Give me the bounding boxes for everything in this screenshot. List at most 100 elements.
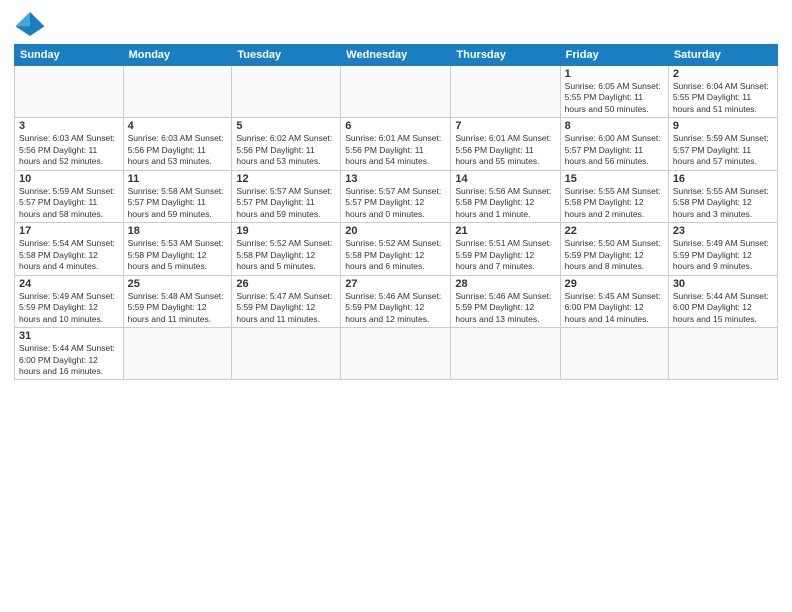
day-info: Sunrise: 6:01 AM Sunset: 5:56 PM Dayligh…: [345, 133, 446, 167]
calendar-cell: [560, 328, 668, 380]
calendar-header-saturday: Saturday: [668, 45, 777, 66]
day-number: 25: [128, 278, 228, 290]
calendar-cell: [232, 66, 341, 118]
day-info: Sunrise: 6:00 AM Sunset: 5:57 PM Dayligh…: [565, 133, 664, 167]
calendar-cell: [451, 328, 560, 380]
day-number: 30: [673, 278, 773, 290]
day-info: Sunrise: 5:45 AM Sunset: 6:00 PM Dayligh…: [565, 291, 664, 325]
calendar-cell: 23Sunrise: 5:49 AM Sunset: 5:59 PM Dayli…: [668, 223, 777, 275]
calendar-cell: 30Sunrise: 5:44 AM Sunset: 6:00 PM Dayli…: [668, 275, 777, 327]
day-info: Sunrise: 6:02 AM Sunset: 5:56 PM Dayligh…: [236, 133, 336, 167]
day-number: 26: [236, 278, 336, 290]
day-number: 1: [565, 68, 664, 80]
day-info: Sunrise: 5:55 AM Sunset: 5:58 PM Dayligh…: [673, 186, 773, 220]
calendar-cell: 2Sunrise: 6:04 AM Sunset: 5:55 PM Daylig…: [668, 66, 777, 118]
calendar-cell: 12Sunrise: 5:57 AM Sunset: 5:57 PM Dayli…: [232, 170, 341, 222]
calendar-cell: [232, 328, 341, 380]
day-info: Sunrise: 6:01 AM Sunset: 5:56 PM Dayligh…: [455, 133, 555, 167]
calendar-cell: 26Sunrise: 5:47 AM Sunset: 5:59 PM Dayli…: [232, 275, 341, 327]
calendar-cell: 25Sunrise: 5:48 AM Sunset: 5:59 PM Dayli…: [123, 275, 232, 327]
day-info: Sunrise: 5:58 AM Sunset: 5:57 PM Dayligh…: [128, 186, 228, 220]
calendar-cell: 9Sunrise: 5:59 AM Sunset: 5:57 PM Daylig…: [668, 118, 777, 170]
day-number: 29: [565, 278, 664, 290]
day-info: Sunrise: 5:46 AM Sunset: 5:59 PM Dayligh…: [455, 291, 555, 325]
day-number: 11: [128, 173, 228, 185]
calendar-cell: [123, 66, 232, 118]
calendar-week-2: 3Sunrise: 6:03 AM Sunset: 5:56 PM Daylig…: [15, 118, 778, 170]
day-number: 20: [345, 225, 446, 237]
day-number: 5: [236, 120, 336, 132]
day-info: Sunrise: 5:44 AM Sunset: 6:00 PM Dayligh…: [19, 343, 119, 377]
calendar-cell: 21Sunrise: 5:51 AM Sunset: 5:59 PM Dayli…: [451, 223, 560, 275]
calendar-week-5: 24Sunrise: 5:49 AM Sunset: 5:59 PM Dayli…: [15, 275, 778, 327]
day-number: 8: [565, 120, 664, 132]
calendar-cell: 24Sunrise: 5:49 AM Sunset: 5:59 PM Dayli…: [15, 275, 124, 327]
header: [14, 10, 778, 38]
calendar-header-monday: Monday: [123, 45, 232, 66]
calendar-cell: [341, 66, 451, 118]
day-info: Sunrise: 5:54 AM Sunset: 5:58 PM Dayligh…: [19, 238, 119, 272]
calendar-cell: 11Sunrise: 5:58 AM Sunset: 5:57 PM Dayli…: [123, 170, 232, 222]
day-number: 22: [565, 225, 664, 237]
logo: [14, 10, 50, 38]
calendar-cell: 4Sunrise: 6:03 AM Sunset: 5:56 PM Daylig…: [123, 118, 232, 170]
calendar-cell: 17Sunrise: 5:54 AM Sunset: 5:58 PM Dayli…: [15, 223, 124, 275]
day-number: 3: [19, 120, 119, 132]
calendar-week-3: 10Sunrise: 5:59 AM Sunset: 5:57 PM Dayli…: [15, 170, 778, 222]
calendar-header-friday: Friday: [560, 45, 668, 66]
day-info: Sunrise: 5:50 AM Sunset: 5:59 PM Dayligh…: [565, 238, 664, 272]
calendar-cell: 20Sunrise: 5:52 AM Sunset: 5:58 PM Dayli…: [341, 223, 451, 275]
calendar-cell: 7Sunrise: 6:01 AM Sunset: 5:56 PM Daylig…: [451, 118, 560, 170]
day-info: Sunrise: 5:49 AM Sunset: 5:59 PM Dayligh…: [19, 291, 119, 325]
calendar-cell: 22Sunrise: 5:50 AM Sunset: 5:59 PM Dayli…: [560, 223, 668, 275]
day-number: 21: [455, 225, 555, 237]
calendar-cell: [123, 328, 232, 380]
day-info: Sunrise: 6:04 AM Sunset: 5:55 PM Dayligh…: [673, 81, 773, 115]
calendar-header-sunday: Sunday: [15, 45, 124, 66]
day-info: Sunrise: 5:48 AM Sunset: 5:59 PM Dayligh…: [128, 291, 228, 325]
calendar-cell: [451, 66, 560, 118]
calendar-week-4: 17Sunrise: 5:54 AM Sunset: 5:58 PM Dayli…: [15, 223, 778, 275]
day-info: Sunrise: 5:53 AM Sunset: 5:58 PM Dayligh…: [128, 238, 228, 272]
calendar-cell: 14Sunrise: 5:56 AM Sunset: 5:58 PM Dayli…: [451, 170, 560, 222]
calendar-cell: 5Sunrise: 6:02 AM Sunset: 5:56 PM Daylig…: [232, 118, 341, 170]
calendar-week-1: 1Sunrise: 6:05 AM Sunset: 5:55 PM Daylig…: [15, 66, 778, 118]
calendar-cell: 28Sunrise: 5:46 AM Sunset: 5:59 PM Dayli…: [451, 275, 560, 327]
day-number: 16: [673, 173, 773, 185]
calendar-header-wednesday: Wednesday: [341, 45, 451, 66]
day-number: 17: [19, 225, 119, 237]
calendar-header-tuesday: Tuesday: [232, 45, 341, 66]
day-number: 2: [673, 68, 773, 80]
calendar-header-row: SundayMondayTuesdayWednesdayThursdayFrid…: [15, 45, 778, 66]
day-info: Sunrise: 6:03 AM Sunset: 5:56 PM Dayligh…: [128, 133, 228, 167]
calendar: SundayMondayTuesdayWednesdayThursdayFrid…: [14, 44, 778, 380]
calendar-cell: [15, 66, 124, 118]
calendar-cell: 16Sunrise: 5:55 AM Sunset: 5:58 PM Dayli…: [668, 170, 777, 222]
day-number: 31: [19, 330, 119, 342]
logo-icon: [14, 10, 46, 38]
day-number: 24: [19, 278, 119, 290]
day-number: 18: [128, 225, 228, 237]
page: SundayMondayTuesdayWednesdayThursdayFrid…: [0, 0, 792, 612]
day-info: Sunrise: 5:52 AM Sunset: 5:58 PM Dayligh…: [236, 238, 336, 272]
day-info: Sunrise: 6:03 AM Sunset: 5:56 PM Dayligh…: [19, 133, 119, 167]
calendar-cell: 29Sunrise: 5:45 AM Sunset: 6:00 PM Dayli…: [560, 275, 668, 327]
day-number: 10: [19, 173, 119, 185]
day-number: 28: [455, 278, 555, 290]
calendar-cell: 1Sunrise: 6:05 AM Sunset: 5:55 PM Daylig…: [560, 66, 668, 118]
calendar-cell: 6Sunrise: 6:01 AM Sunset: 5:56 PM Daylig…: [341, 118, 451, 170]
day-info: Sunrise: 5:46 AM Sunset: 5:59 PM Dayligh…: [345, 291, 446, 325]
day-number: 15: [565, 173, 664, 185]
day-number: 4: [128, 120, 228, 132]
calendar-cell: 8Sunrise: 6:00 AM Sunset: 5:57 PM Daylig…: [560, 118, 668, 170]
calendar-cell: 3Sunrise: 6:03 AM Sunset: 5:56 PM Daylig…: [15, 118, 124, 170]
day-number: 19: [236, 225, 336, 237]
day-number: 23: [673, 225, 773, 237]
day-number: 14: [455, 173, 555, 185]
calendar-cell: 27Sunrise: 5:46 AM Sunset: 5:59 PM Dayli…: [341, 275, 451, 327]
day-number: 7: [455, 120, 555, 132]
day-info: Sunrise: 5:49 AM Sunset: 5:59 PM Dayligh…: [673, 238, 773, 272]
day-info: Sunrise: 5:44 AM Sunset: 6:00 PM Dayligh…: [673, 291, 773, 325]
day-info: Sunrise: 5:55 AM Sunset: 5:58 PM Dayligh…: [565, 186, 664, 220]
day-info: Sunrise: 5:51 AM Sunset: 5:59 PM Dayligh…: [455, 238, 555, 272]
